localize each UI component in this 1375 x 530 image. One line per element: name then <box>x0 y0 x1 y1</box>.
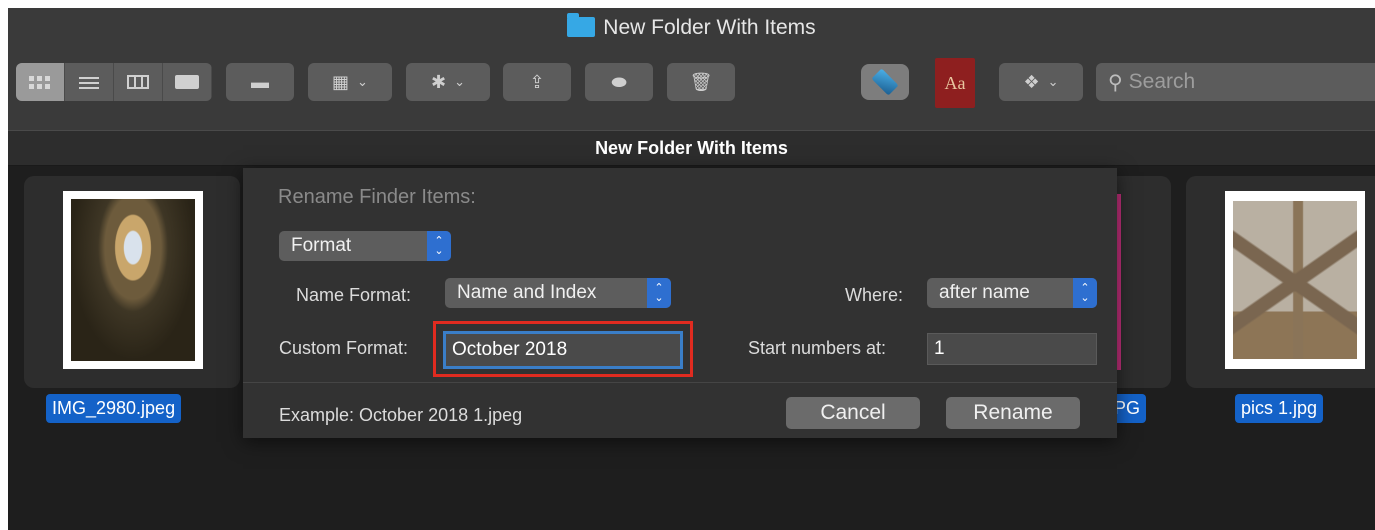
search-field[interactable]: ⚲ Search <box>1096 63 1375 101</box>
file-thumbnail[interactable] <box>63 191 203 369</box>
custom-format-field[interactable]: October 2018 <box>443 331 683 369</box>
tag-icon: ⬬ <box>611 71 627 92</box>
where-popup[interactable]: after name ⌃ ⌄ <box>927 278 1097 308</box>
custom-format-label: Custom Format: <box>279 338 409 358</box>
name-format-popup[interactable]: Name and Index ⌃ ⌄ <box>445 278 671 308</box>
stepper-icon: ⌃ ⌄ <box>1073 278 1097 308</box>
new-folder-icon: ▬ <box>251 71 269 92</box>
rename-button[interactable]: Rename <box>946 397 1080 429</box>
path-title-bar: New Folder With Items <box>8 130 1375 166</box>
dropbox-icon: ❖ <box>1023 71 1040 92</box>
column-view-button[interactable] <box>114 63 163 101</box>
view-mode-group <box>16 63 212 101</box>
title-bar: New Folder With Items ▬ ▦ ⌄ ✱ ⌄ ⇪ ⬬ 🗑 Aa ❖… <box>8 8 1375 130</box>
chevron-down-icon: ⌄ <box>1047 74 1059 89</box>
start-numbers-field[interactable]: 1 <box>927 333 1097 365</box>
beams-photo <box>1233 201 1357 359</box>
share-button[interactable]: ⇪ <box>503 63 571 101</box>
list-view-button[interactable] <box>65 63 114 101</box>
icon-view-button[interactable] <box>16 63 65 101</box>
where-label: Where: <box>845 285 904 305</box>
group-by-button[interactable]: ▦ ⌄ <box>308 63 392 101</box>
trash-icon: 🗑 <box>689 71 713 92</box>
column-view-icon <box>127 75 149 89</box>
group-icon: ▦ <box>332 71 350 92</box>
search-icon: ⚲ <box>1108 71 1123 94</box>
action-button[interactable]: ✱ ⌄ <box>406 63 490 101</box>
layers-app-button[interactable] <box>861 64 909 100</box>
file-thumbnail[interactable] <box>1225 191 1365 369</box>
gallery-view-button[interactable] <box>163 63 212 101</box>
dropbox-button[interactable]: ❖ ⌄ <box>999 63 1083 101</box>
rename-mode-popup[interactable]: Format ⌃ ⌄ <box>279 231 451 261</box>
dome-photo <box>71 199 195 361</box>
list-view-icon <box>79 75 99 89</box>
folder-icon <box>567 13 596 37</box>
stepper-icon: ⌃ ⌄ <box>427 231 451 261</box>
delete-button[interactable]: 🗑 <box>667 63 735 101</box>
divider <box>243 382 1117 383</box>
start-numbers-label: Start numbers at: <box>748 338 887 358</box>
example-text: Example: October 2018 1.jpeg <box>279 405 523 425</box>
chevron-down-icon: ⌄ <box>357 74 368 89</box>
dialog-title: Rename Finder Items: <box>278 186 476 208</box>
new-folder-button[interactable]: ▬ <box>226 63 294 101</box>
gear-icon: ✱ <box>431 71 447 92</box>
share-icon: ⇪ <box>529 71 545 92</box>
tags-button[interactable]: ⬬ <box>585 63 653 101</box>
rename-dialog: Rename Finder Items: Format ⌃ ⌄ Name Form… <box>243 168 1117 438</box>
file-name-label[interactable]: pics 1.jpg <box>1235 394 1324 423</box>
cancel-button[interactable]: Cancel <box>786 397 920 429</box>
chevron-down-icon: ⌄ <box>454 74 465 89</box>
gallery-view-icon <box>175 75 199 89</box>
stepper-icon: ⌃ ⌄ <box>647 278 671 308</box>
layers-icon <box>871 68 899 96</box>
window-title: New Folder With Items <box>8 13 1375 40</box>
icon-view-icon <box>29 75 51 89</box>
file-name-label[interactable]: IMG_2980.jpeg <box>46 394 182 423</box>
dictionary-app-button[interactable]: Aa <box>935 58 975 108</box>
name-format-label: Name Format: <box>296 285 412 305</box>
finder-window: New Folder With Items ▬ ▦ ⌄ ✱ ⌄ ⇪ ⬬ 🗑 Aa ❖… <box>8 8 1375 530</box>
